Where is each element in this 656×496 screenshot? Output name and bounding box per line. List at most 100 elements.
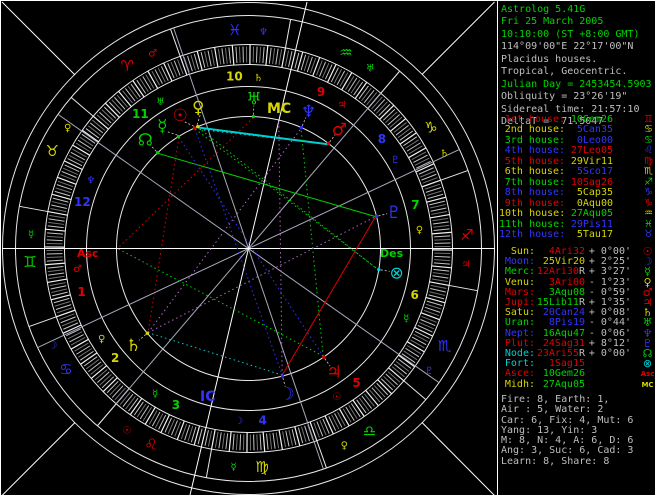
planet-velocity xyxy=(585,359,631,369)
house-list: 1st house: 10Gem26 ♊ 2nd house: 5Can35 ♋ 3rd h… xyxy=(499,114,655,240)
svg-text:♓: ♓ xyxy=(228,21,241,39)
info-panel: Astrolog 5.41G Fri 25 March 2005 10:10:00 … xyxy=(499,1,655,495)
planet-position-dot xyxy=(299,125,304,130)
svg-text:♅: ♅ xyxy=(156,97,165,108)
house-label: 12th house: xyxy=(499,228,566,240)
svg-text:8: 8 xyxy=(378,132,386,146)
header-line-2: 10:10:00 (ST +8:00 GMT) xyxy=(501,28,640,40)
house-cusp-lines xyxy=(2,1,495,495)
planet-position-dot xyxy=(192,126,197,130)
svg-text:Asc: Asc xyxy=(77,247,99,260)
svg-text:☉: ☉ xyxy=(122,425,131,436)
svg-text:♅: ♅ xyxy=(366,64,375,75)
svg-text:♇: ♇ xyxy=(391,155,400,166)
header-line-0: Astrolog 5.41G xyxy=(501,4,586,15)
svg-text:♄: ♄ xyxy=(440,149,449,160)
svg-text:♐: ♐ xyxy=(460,226,473,244)
svg-text:☿: ☿ xyxy=(28,230,34,241)
svg-text:5: 5 xyxy=(352,376,360,390)
svg-text:♀: ♀ xyxy=(64,123,71,134)
planet-glyph-jupiter: ♃ xyxy=(326,363,341,383)
planet-position-dot xyxy=(155,151,160,155)
svg-text:♇: ♇ xyxy=(425,366,434,377)
planet-position: 27Aqu05 xyxy=(542,378,585,390)
zodiac-sign-icon: ♉ xyxy=(644,228,653,240)
svg-text:♉: ♉ xyxy=(46,142,59,160)
header-line-1: Fri 25 March 2005 xyxy=(501,16,604,28)
header-line-7: Obliquity = 23°26'19" xyxy=(501,91,628,103)
svg-text:3: 3 xyxy=(172,398,180,412)
planet-velocity xyxy=(585,369,631,379)
planet-glyph-saturn: ♄ xyxy=(126,336,141,356)
svg-text:☿: ☿ xyxy=(152,389,158,400)
svg-text:♀: ♀ xyxy=(98,334,105,345)
svg-text:☽: ☽ xyxy=(48,340,57,351)
header-line-4: Placidus houses. xyxy=(501,53,598,65)
svg-text:♌: ♌ xyxy=(144,436,157,454)
svg-text:♋: ♋ xyxy=(59,361,72,379)
planet-icon: MC xyxy=(641,380,654,389)
svg-text:☿: ☿ xyxy=(403,313,409,324)
house-cusp-value: 27Aqu05 xyxy=(570,208,613,220)
svg-text:♀: ♀ xyxy=(341,440,348,451)
svg-text:♄: ♄ xyxy=(254,73,263,84)
svg-text:1: 1 xyxy=(77,285,85,299)
svg-text:9: 9 xyxy=(317,85,325,99)
svg-text:♃: ♃ xyxy=(462,259,471,270)
header-line-5: Tropical, Geocentric. xyxy=(501,66,628,78)
svg-text:4: 4 xyxy=(258,413,266,427)
svg-text:♀: ♀ xyxy=(416,225,423,236)
svg-text:♆: ♆ xyxy=(259,27,268,38)
planet-label: Midh: xyxy=(504,378,535,390)
svg-text:12: 12 xyxy=(74,195,91,209)
header-line-6: Julian Day = 2453454.5903 xyxy=(501,78,652,90)
svg-text:MC: MC xyxy=(267,101,291,117)
planet-glyph-node: ☊ xyxy=(138,131,153,151)
house-label: 10th house: xyxy=(499,208,566,220)
planet-glyph-moon: ☽ xyxy=(279,384,294,404)
svg-text:☉: ☉ xyxy=(332,392,341,403)
planet-glyph-sun: ☉ xyxy=(173,106,188,126)
planet-position-dot xyxy=(196,124,200,129)
planet-glyph-pluto: ♇ xyxy=(386,203,401,223)
zodiac-sign-icon: ♒ xyxy=(644,208,653,220)
svg-text:♂: ♂ xyxy=(148,49,157,60)
planet-glyph-mercury: ☿ xyxy=(157,117,167,137)
planet-position-dot xyxy=(280,374,285,378)
planet-list: Sun: 4Ari32 + 0°00' ☉ Moon: 25Vir20 + 2°25' ☽ Me… xyxy=(499,246,655,390)
svg-text:2: 2 xyxy=(111,351,119,365)
svg-text:6: 6 xyxy=(410,288,418,302)
svg-text:♑: ♑ xyxy=(424,118,437,136)
astrolog-window: ♈ ♂ ♉ ♀ ♊ ☿ ♋ ☽ ♌ ☉ ♍ ☿ ♎ ♀ ♏ ♇ ♐ ♃ ♑ ♄ ♒ ♅ ♓ ♆ 1 ♂ 2 ♀ 3 ☿ 4 ☽ 5 ☉ 6 ☿ 7 ♀ 8 ♇… xyxy=(0,0,656,496)
svg-text:11: 11 xyxy=(132,107,149,121)
planet-icon: ⊗ xyxy=(642,357,653,371)
svg-text:☽: ☽ xyxy=(234,416,243,427)
planet-velocity: + 0°00' xyxy=(588,348,631,360)
planet-position-dot xyxy=(145,331,150,335)
planet-position-dot xyxy=(374,214,379,219)
planet-icon: Asc xyxy=(640,370,655,379)
svg-text:7: 7 xyxy=(411,198,419,212)
planet-position-dot xyxy=(326,141,331,146)
planet-position-dot xyxy=(377,267,381,272)
house-cusp-value: 5Tau17 xyxy=(576,228,613,240)
panel-divider xyxy=(497,1,498,495)
stats-line-6: Learn: 8, Share: 8 xyxy=(501,455,610,467)
svg-text:♍: ♍ xyxy=(255,458,268,476)
planet-glyph-mars: ♂ xyxy=(332,120,347,140)
planet-position-dot xyxy=(176,134,181,139)
svg-text:♃: ♃ xyxy=(337,100,346,111)
svg-text:10: 10 xyxy=(226,70,243,84)
svg-text:♒: ♒ xyxy=(339,43,352,61)
chart-header: Astrolog 5.41G Fri 25 March 2005 10:10:00 … xyxy=(501,4,655,129)
chart-stats: Fire: 8, Earth: 1, Air : 5, Water: 2 Car: … xyxy=(501,394,655,467)
house-row: 10th house: 27Aqu05 ♒ xyxy=(499,208,655,220)
planet-position-dot xyxy=(322,355,326,359)
planet-position-dot xyxy=(251,114,256,119)
svg-text:♊: ♊ xyxy=(23,253,36,271)
svg-text:♏: ♏ xyxy=(438,337,452,355)
chart-wheel: ♈♂♉♀♊☿♋☽♌☉♍☿♎♀♏♇♐♃♑♄♒♅♓ ♆1♂2♀3☿4☽5☉6☿7♀8♇… xyxy=(1,1,495,495)
svg-text:♎: ♎ xyxy=(363,422,376,440)
svg-text:☿: ☿ xyxy=(230,462,236,473)
planet-row: Midh: 27Aqu05 MC xyxy=(499,378,655,390)
